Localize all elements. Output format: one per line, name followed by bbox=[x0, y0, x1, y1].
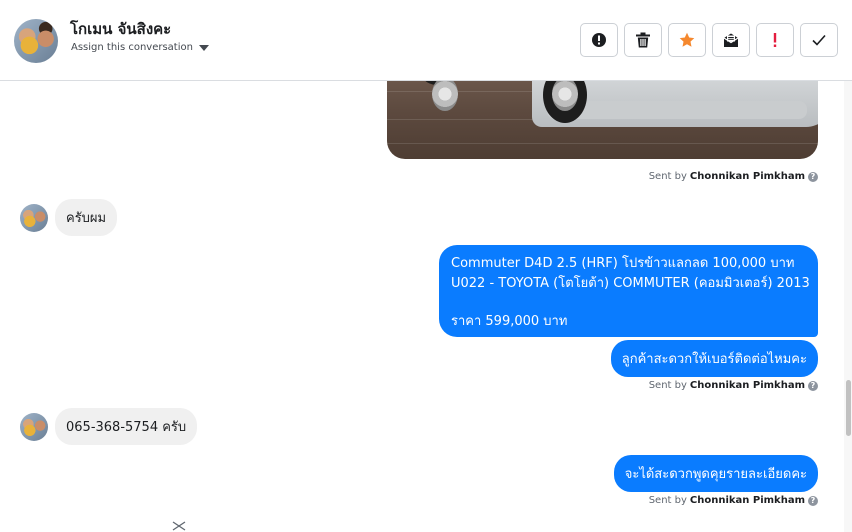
car-photo-attachment[interactable] bbox=[387, 81, 818, 159]
agent-name[interactable]: Chonnikan Pimkham bbox=[690, 495, 805, 506]
thread-scrollbar[interactable] bbox=[844, 81, 852, 532]
ribbon-icon bbox=[172, 521, 186, 531]
rear-wheel bbox=[423, 81, 458, 111]
check-icon bbox=[812, 34, 826, 46]
delete-button[interactable] bbox=[624, 23, 662, 57]
caret-down-icon bbox=[198, 44, 209, 51]
contact-avatar-small[interactable] bbox=[20, 413, 48, 441]
contact-name[interactable]: โกเมน จันสิงคะ bbox=[70, 17, 171, 41]
sent-by-label: Sent by Chonnikan Pimkham ? bbox=[649, 495, 818, 506]
message-line-blank bbox=[451, 293, 806, 312]
sent-by-prefix: Sent by bbox=[648, 380, 687, 391]
incoming-message[interactable]: 065-368-5754 ครับ bbox=[55, 408, 198, 445]
incoming-message[interactable]: ครับผม bbox=[55, 199, 118, 236]
help-icon[interactable]: ? bbox=[808, 171, 818, 182]
envelope-icon bbox=[723, 33, 739, 47]
message-line: ราคา 599,000 บาท bbox=[451, 314, 568, 329]
star-icon bbox=[679, 32, 695, 47]
mark-important-button[interactable] bbox=[756, 23, 794, 57]
system-note bbox=[172, 521, 186, 531]
message-line: U022 - TOYOTA (โตโยต้า) COMMUTER (คอมมิว… bbox=[451, 275, 810, 291]
alert-circle-icon bbox=[592, 33, 606, 47]
agent-name[interactable]: Chonnikan Pimkham bbox=[690, 380, 805, 391]
conversation-header: โกเมน จันสิงคะ Assign this conversation bbox=[0, 0, 852, 81]
sent-by-label: Sent by Chonnikan Pimkham ? bbox=[649, 380, 818, 391]
contact-avatar-small[interactable] bbox=[20, 204, 48, 232]
floor-line bbox=[387, 143, 818, 144]
outgoing-message[interactable]: ลูกค้าสะดวกให้เบอร์ติดต่อไหมคะ bbox=[610, 340, 818, 377]
assign-conversation-dropdown[interactable]: Assign this conversation bbox=[71, 42, 209, 53]
scrollbar-thumb[interactable] bbox=[846, 380, 851, 436]
sent-by-label: Sent by Chonnikan Pimkham ? bbox=[649, 171, 818, 182]
help-icon[interactable]: ? bbox=[808, 380, 818, 391]
mark-unread-button[interactable] bbox=[712, 23, 750, 57]
outgoing-message[interactable]: Commuter D4D 2.5 (HRF) โปรข้าวแลกลด 100,… bbox=[439, 245, 818, 337]
message-line: Commuter D4D 2.5 (HRF) โปรข้าวแลกลด 100,… bbox=[451, 256, 795, 271]
conversation-toolbar bbox=[580, 23, 838, 57]
message-thread[interactable]: Sent by Chonnikan Pimkham ? ครับผม Commu… bbox=[0, 81, 844, 532]
exclamation-icon bbox=[773, 33, 777, 47]
contact-avatar[interactable] bbox=[14, 19, 58, 63]
sent-by-prefix: Sent by bbox=[648, 495, 687, 506]
help-icon[interactable]: ? bbox=[808, 495, 818, 506]
car-bumper bbox=[547, 101, 807, 119]
trash-icon bbox=[636, 32, 650, 48]
assign-label: Assign this conversation bbox=[71, 42, 193, 53]
agent-name[interactable]: Chonnikan Pimkham bbox=[690, 171, 805, 182]
sent-by-prefix: Sent by bbox=[648, 171, 687, 182]
spam-button[interactable] bbox=[580, 23, 618, 57]
star-button[interactable] bbox=[668, 23, 706, 57]
mark-done-button[interactable] bbox=[800, 23, 838, 57]
outgoing-message[interactable]: จะได้สะดวกพูดคุยรายละเอียดคะ bbox=[613, 455, 818, 492]
